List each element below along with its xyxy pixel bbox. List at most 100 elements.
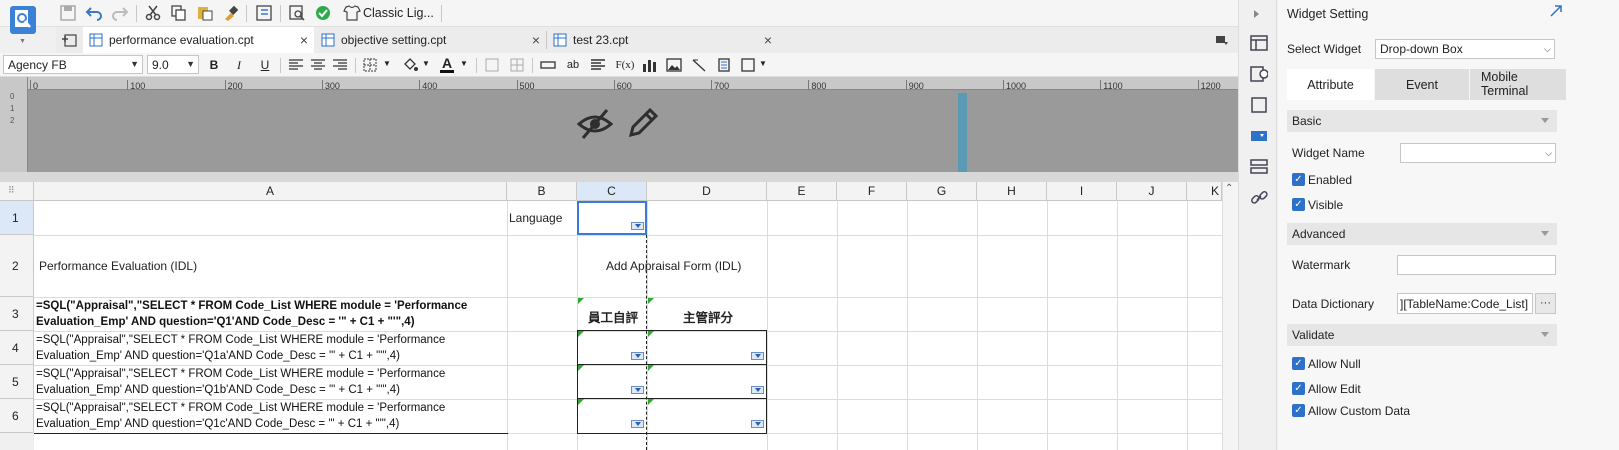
column-header-d[interactable]: D bbox=[647, 182, 767, 201]
widget-icon[interactable] bbox=[740, 56, 758, 74]
designer-logo-icon[interactable] bbox=[10, 6, 36, 34]
theme-shirt-icon[interactable] bbox=[342, 3, 362, 23]
enabled-checkbox[interactable]: ✓ bbox=[1292, 173, 1305, 186]
tab-list-icon[interactable] bbox=[1212, 30, 1232, 50]
cell-element-icon[interactable] bbox=[1248, 32, 1270, 54]
advanced-section[interactable]: Advanced bbox=[1287, 223, 1557, 245]
column-header-a[interactable]: A bbox=[34, 182, 507, 201]
cell-a4[interactable]: =SQL("Appraisal","SELECT * FROM Code_Lis… bbox=[36, 332, 504, 364]
logo-dropdown-icon[interactable]: ▼ bbox=[19, 38, 26, 45]
cell-c2[interactable]: Add Appraisal Form (IDL) bbox=[606, 259, 741, 273]
allow-edit-checkbox[interactable]: ✓ bbox=[1292, 382, 1305, 395]
cell-a3[interactable]: =SQL("Appraisal","SELECT * FROM Code_Lis… bbox=[36, 298, 504, 330]
bold-button[interactable]: B bbox=[205, 56, 223, 74]
column-header-j[interactable]: J bbox=[1117, 182, 1187, 201]
dropdown-widget-icon[interactable] bbox=[631, 386, 644, 394]
cell-c3[interactable]: 員工自評 bbox=[588, 307, 638, 326]
underline-button[interactable]: U bbox=[256, 56, 274, 74]
close-icon[interactable]: × bbox=[764, 32, 772, 48]
undo-icon[interactable] bbox=[84, 3, 104, 23]
basic-section[interactable]: Basic bbox=[1287, 110, 1557, 132]
row-header-6[interactable]: 6 bbox=[0, 399, 34, 433]
template-icon[interactable] bbox=[254, 3, 274, 23]
select-widget-dropdown[interactable]: Drop-down Box ⌵ bbox=[1375, 39, 1555, 59]
border-icon[interactable] bbox=[361, 56, 379, 74]
condition-attribute-icon[interactable] bbox=[1248, 156, 1270, 178]
cell-b1[interactable]: Language bbox=[509, 211, 562, 225]
preview-icon[interactable] bbox=[287, 3, 307, 23]
dropdown-widget-icon[interactable] bbox=[631, 352, 644, 360]
paste-icon[interactable] bbox=[195, 3, 215, 23]
vertical-scrollbar[interactable] bbox=[1222, 182, 1238, 450]
cell-a5[interactable]: =SQL("Appraisal","SELECT * FROM Code_Lis… bbox=[36, 366, 504, 398]
column-header-h[interactable]: H bbox=[977, 182, 1047, 201]
tab-performance-evaluation[interactable]: performance evaluation.cpt × bbox=[83, 27, 314, 53]
visible-checkbox[interactable]: ✓ bbox=[1292, 198, 1305, 211]
widget-setting-icon[interactable] bbox=[1248, 125, 1270, 147]
redo-icon[interactable] bbox=[110, 3, 130, 23]
tab-event[interactable]: Event bbox=[1375, 69, 1469, 100]
align-center-icon[interactable] bbox=[309, 56, 327, 74]
tab-objective-setting[interactable]: objective setting.cpt × bbox=[315, 27, 546, 53]
font-size-select[interactable]: 9.0 ▼ bbox=[147, 55, 199, 74]
merge-cells-icon[interactable] bbox=[483, 56, 501, 74]
split-cells-icon[interactable] bbox=[508, 56, 526, 74]
row-header-2[interactable]: 2 bbox=[0, 235, 34, 297]
data-dictionary-more-button[interactable]: ··· bbox=[1535, 293, 1556, 314]
hyperlink-icon[interactable] bbox=[1248, 187, 1270, 209]
dropdown-widget-icon[interactable] bbox=[751, 420, 764, 428]
row-header-4[interactable]: 4 bbox=[0, 331, 34, 365]
chevron-down-icon[interactable]: ▼ bbox=[759, 59, 767, 68]
scroll-up-icon[interactable]: ⌃ bbox=[1225, 183, 1233, 194]
row-header-5[interactable]: 5 bbox=[0, 365, 34, 399]
column-header-e[interactable]: E bbox=[767, 182, 837, 201]
tab-attribute[interactable]: Attribute bbox=[1287, 69, 1374, 100]
row-header-3[interactable]: 3 bbox=[0, 297, 34, 331]
float-element-icon[interactable] bbox=[1248, 94, 1270, 116]
column-header-g[interactable]: G bbox=[907, 182, 977, 201]
column-header-b[interactable]: B bbox=[507, 182, 577, 201]
classic-theme-button[interactable]: Classic Lig... bbox=[363, 6, 434, 20]
formula-button[interactable]: F(x) bbox=[614, 56, 636, 74]
dropdown-widget-icon[interactable] bbox=[631, 222, 644, 230]
dropdown-widget-icon[interactable] bbox=[631, 420, 644, 428]
hidden-eye-icon[interactable] bbox=[576, 107, 614, 141]
slash-icon[interactable] bbox=[690, 56, 708, 74]
pin-icon[interactable] bbox=[1549, 4, 1563, 18]
align-left-icon[interactable] bbox=[287, 56, 305, 74]
font-family-select[interactable]: Agency FB ▼ bbox=[3, 55, 143, 74]
italic-button[interactable]: I bbox=[230, 56, 248, 74]
select-all-corner[interactable]: ⠿ bbox=[0, 182, 34, 201]
column-header-c[interactable]: C bbox=[577, 182, 647, 201]
new-tab-icon[interactable] bbox=[60, 30, 80, 50]
column-header-f[interactable]: F bbox=[837, 182, 907, 201]
cell-attribute-icon[interactable] bbox=[1248, 63, 1270, 85]
align-right-icon[interactable] bbox=[331, 56, 349, 74]
copy-icon[interactable] bbox=[169, 3, 189, 23]
insert-text-icon[interactable] bbox=[539, 56, 557, 74]
chevron-down-icon[interactable]: ▼ bbox=[460, 59, 468, 68]
watermark-input[interactable] bbox=[1397, 255, 1556, 275]
chart-icon[interactable] bbox=[640, 56, 658, 74]
chevron-down-icon[interactable]: ▼ bbox=[383, 59, 391, 68]
text-color-button[interactable]: A bbox=[438, 56, 456, 74]
expand-panel-icon[interactable] bbox=[1254, 10, 1259, 18]
format-painter-icon[interactable] bbox=[221, 3, 241, 23]
dropdown-widget-icon[interactable] bbox=[751, 352, 764, 360]
rich-text-button[interactable]: ab bbox=[564, 56, 582, 74]
validate-section[interactable]: Validate bbox=[1287, 324, 1557, 346]
data-dictionary-input[interactable]: ][TableName:Code_List] bbox=[1397, 293, 1533, 314]
cell-a6[interactable]: =SQL("Appraisal","SELECT * FROM Code_Lis… bbox=[36, 400, 504, 432]
row-header-1[interactable]: 1 bbox=[0, 201, 34, 235]
cell-d3[interactable]: 主管評分 bbox=[683, 307, 733, 326]
check-icon[interactable] bbox=[313, 3, 333, 23]
tab-test-23[interactable]: test 23.cpt × bbox=[547, 27, 778, 53]
fill-color-icon[interactable] bbox=[401, 56, 419, 74]
column-header-i[interactable]: I bbox=[1047, 182, 1117, 201]
widget-name-input[interactable]: ⌵ bbox=[1400, 143, 1556, 163]
tab-mobile-terminal[interactable]: Mobile Terminal bbox=[1470, 69, 1566, 100]
page-margin-marker[interactable] bbox=[958, 93, 967, 172]
subreport-icon[interactable] bbox=[715, 56, 733, 74]
column-header-k[interactable]: K bbox=[1187, 182, 1222, 201]
chevron-down-icon[interactable]: ▼ bbox=[422, 59, 430, 68]
